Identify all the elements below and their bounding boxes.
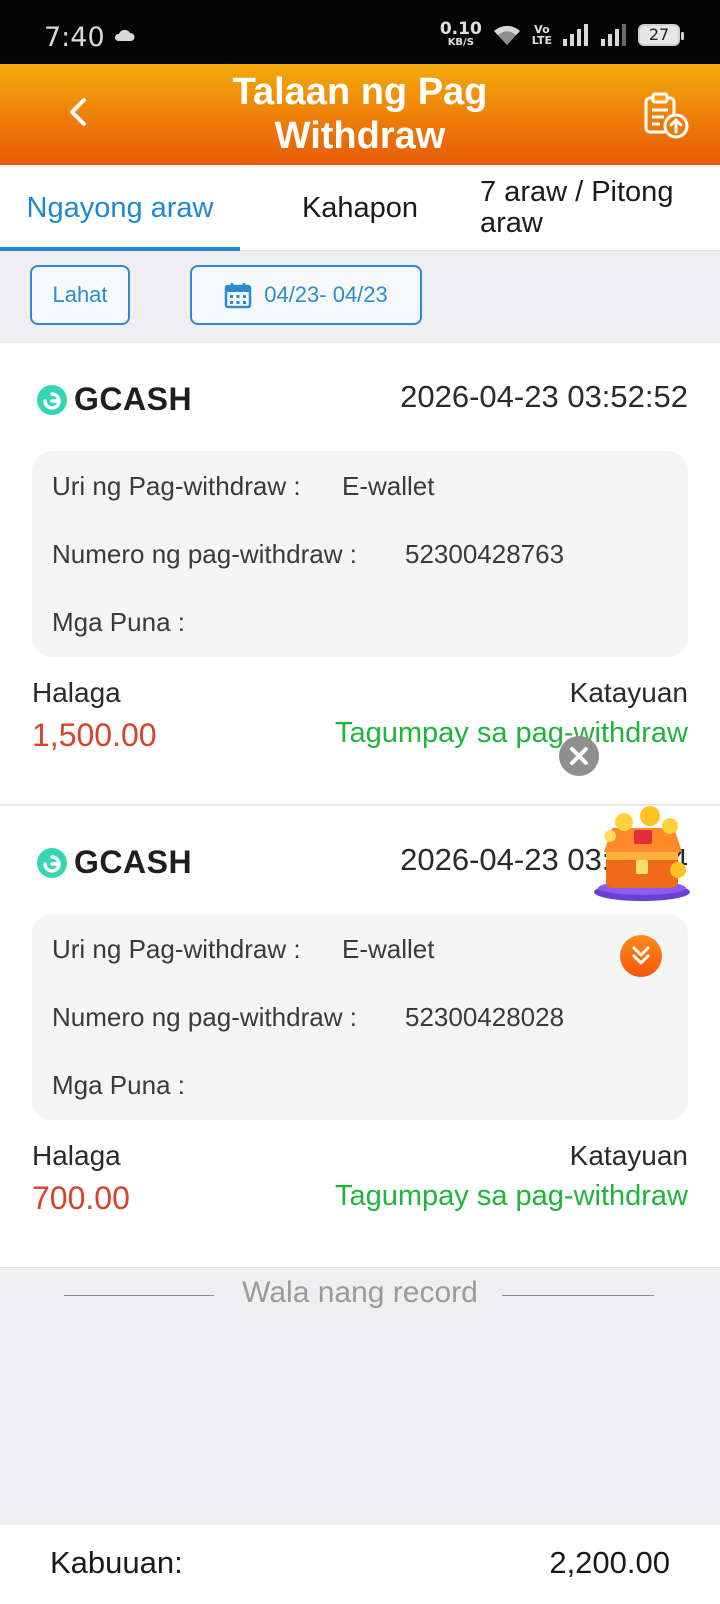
- clipboard-upload-icon[interactable]: [640, 90, 690, 140]
- withdraw-type-row: Uri ng Pag-withdraw : E-wallet: [52, 934, 435, 964]
- battery-icon: 27: [638, 24, 684, 46]
- record-details: Uri ng Pag-withdraw : E-wallet Numero ng…: [32, 914, 688, 1120]
- double-chevron-down-icon: [632, 946, 650, 965]
- record-details: Uri ng Pag-withdraw : E-wallet Numero ng…: [32, 451, 688, 657]
- signal-icon: [563, 24, 588, 46]
- date-range-button[interactable]: 04/23- 04/23: [190, 265, 422, 325]
- tab-today[interactable]: Ngayong araw: [0, 165, 240, 251]
- signal-icon-2: [601, 24, 626, 46]
- treasure-chest-icon[interactable]: [590, 800, 695, 905]
- total-footer: Kabuuan: 2,200.00: [0, 1525, 720, 1604]
- status-label: Katayuan: [569, 1140, 688, 1171]
- remarks-row: Mga Puna :: [52, 607, 185, 637]
- cloud-icon: [114, 29, 135, 41]
- date-tabs: Ngayong araw Kahapon 7 araw / Pitong ara…: [0, 165, 720, 251]
- gcash-brand: GCASH: [36, 844, 192, 881]
- withdraw-number-row: Numero ng pag-withdraw : 52300428763: [52, 539, 565, 569]
- filter-all-button[interactable]: Lahat: [30, 265, 130, 325]
- total-label: Kabuuan:: [50, 1545, 183, 1580]
- close-icon: [570, 747, 588, 765]
- status-value: Tagumpay sa pag-withdraw: [334, 717, 688, 749]
- status-time: 7:40: [44, 22, 105, 53]
- amount-label: Halaga: [32, 1140, 121, 1171]
- gcash-logo-icon: [37, 847, 67, 878]
- divider-right: [502, 1295, 654, 1296]
- filter-bar: Lahat 04/23- 04/23: [0, 251, 720, 343]
- calendar-icon: [224, 283, 252, 309]
- remarks-row: Mga Puna :: [52, 1070, 185, 1100]
- network-speed: 0.10 KB/S: [439, 19, 482, 49]
- no-more-records: Wala nang record: [0, 1270, 720, 1320]
- status-bar: 7:40 0.10 KB/S Vo LTE 27: [0, 0, 720, 64]
- back-button[interactable]: [60, 92, 100, 132]
- tab-yesterday[interactable]: Kahapon: [270, 165, 450, 251]
- withdraw-number-row: Numero ng pag-withdraw : 52300428028: [52, 1002, 565, 1032]
- withdraw-type-row: Uri ng Pag-withdraw : E-wallet: [52, 471, 435, 501]
- status-label: Katayuan: [569, 677, 688, 708]
- app-header: Talaan ng Pag Withdraw: [0, 64, 720, 165]
- wifi-icon: [493, 25, 520, 45]
- record-datetime: 2026-04-23 03:52:52: [400, 379, 688, 414]
- amount-label: Halaga: [32, 677, 121, 708]
- total-value: 2,200.00: [549, 1545, 670, 1580]
- scroll-down-button[interactable]: [620, 935, 662, 977]
- page-title: Talaan ng Pag Withdraw: [232, 71, 488, 157]
- withdraw-record[interactable]: GCASH 2026-04-23 03:52:52 Uri ng Pag-wit…: [0, 343, 720, 805]
- gcash-brand: GCASH: [36, 381, 192, 418]
- date-range-text: 04/23- 04/23: [264, 282, 388, 307]
- tab-7-days[interactable]: 7 araw / Pitong araw: [480, 165, 700, 251]
- status-value: Tagumpay sa pag-withdraw: [334, 1180, 688, 1212]
- amount-value: 700.00: [32, 1180, 130, 1216]
- close-promo-button[interactable]: [559, 736, 599, 776]
- volte-indicator: Vo LTE: [531, 23, 552, 47]
- gcash-logo-icon: [37, 384, 67, 415]
- amount-value: 1,500.00: [32, 717, 157, 753]
